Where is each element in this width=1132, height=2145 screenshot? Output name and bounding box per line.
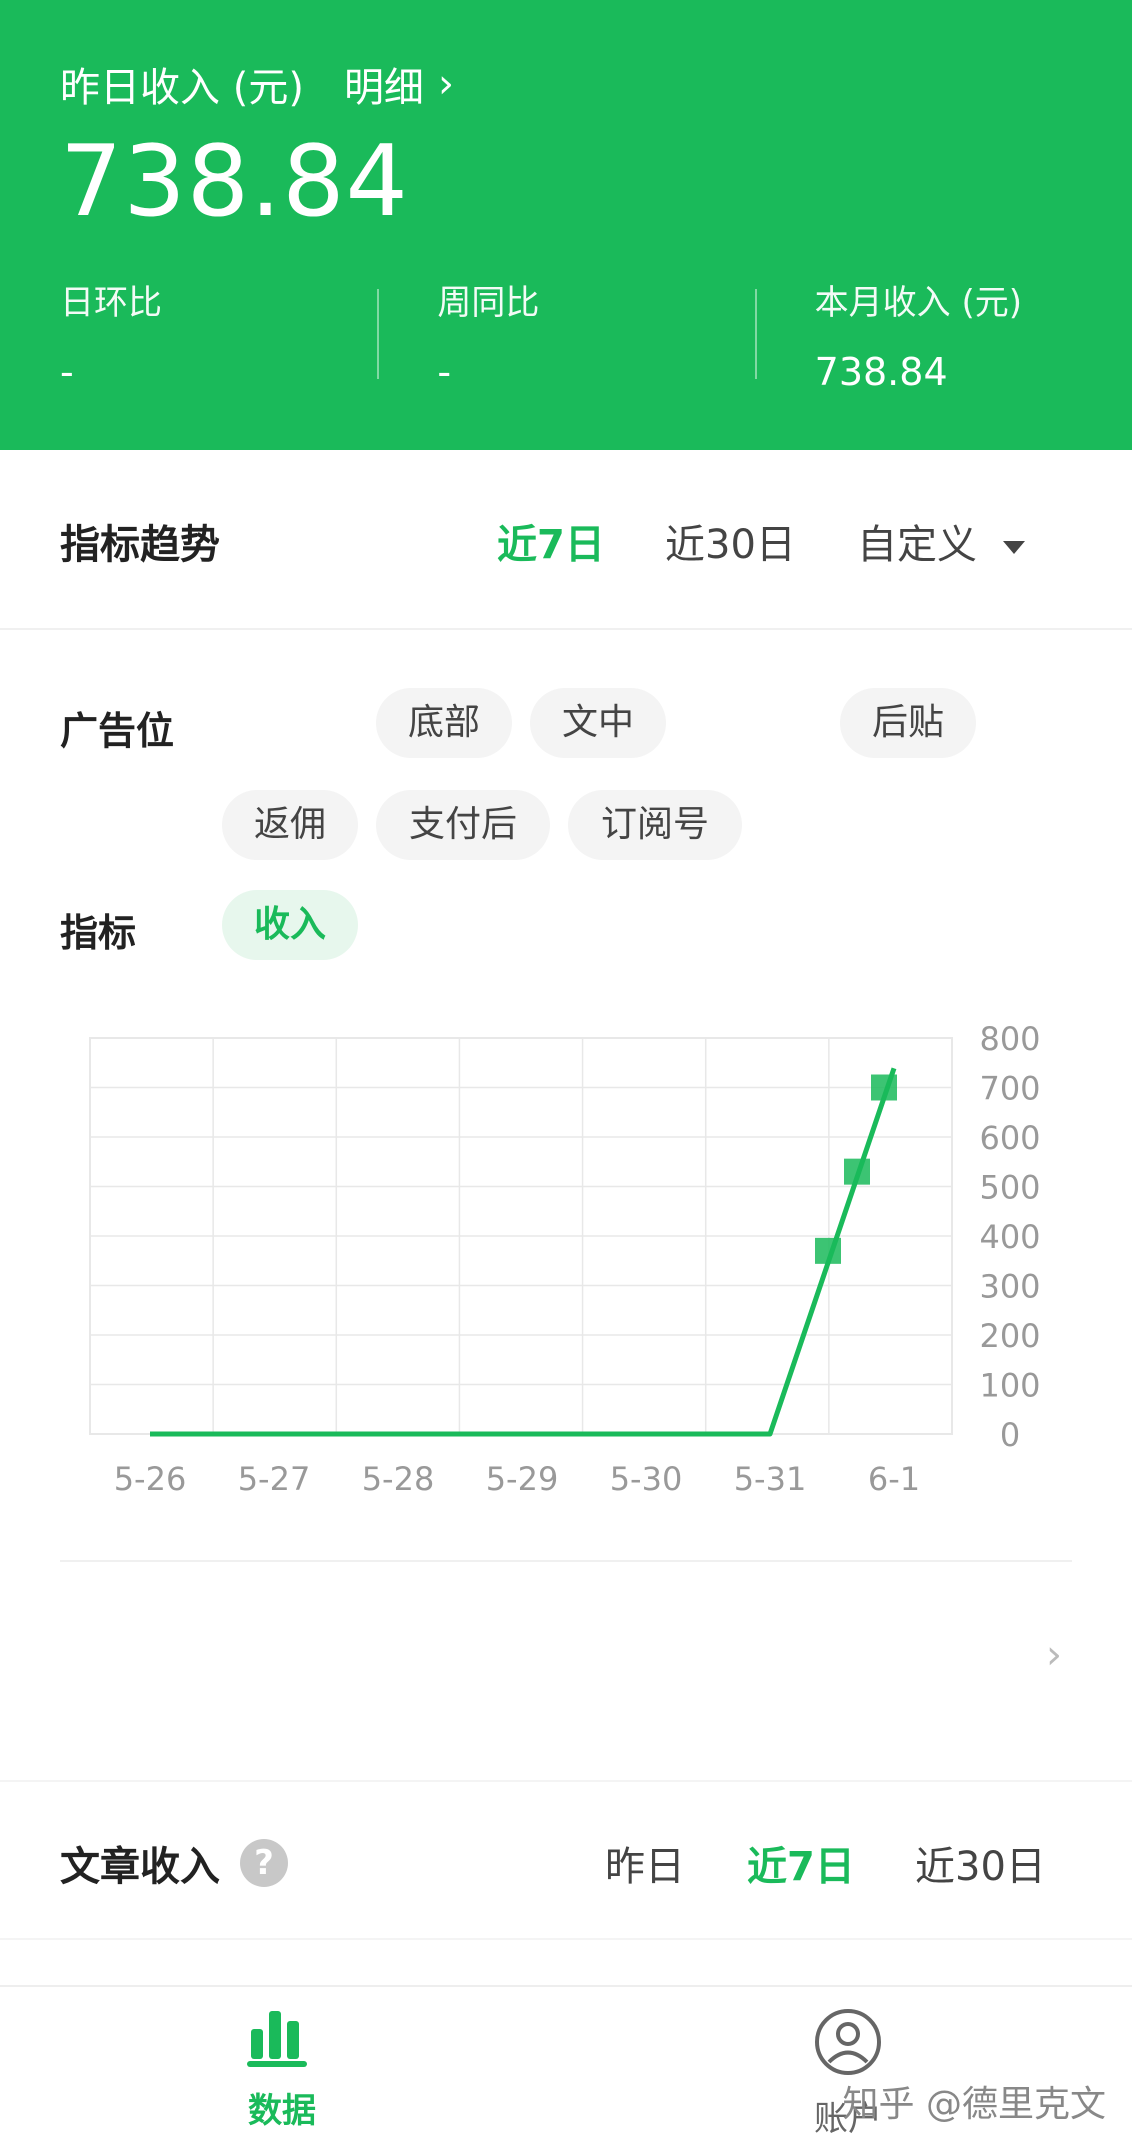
x-tick-label: 5-26 <box>114 1460 187 1498</box>
chevron-right-icon: › <box>1046 1632 1062 1678</box>
ad-slot-chip-after-payment[interactable]: 支付后 <box>376 790 550 860</box>
range-7-days[interactable]: 近7日 <box>497 512 605 570</box>
ad-slot-chip-subscription[interactable]: 订阅号 <box>568 790 742 860</box>
detail-link[interactable]: 明细 › <box>344 55 454 113</box>
yesterday-income-amount: 738.84 <box>60 125 409 239</box>
metric-label: 指标 <box>60 911 137 955</box>
detail-row[interactable]: › <box>60 1620 1072 1700</box>
caret-down-icon <box>1003 540 1025 554</box>
chevron-right-icon: › <box>437 61 454 107</box>
y-tick-label: 800 <box>979 1020 1040 1058</box>
income-trend-chart: 0 100 200 300 400 500 600 700 800 5-26 5-27 5-28 5-2… <box>0 1000 1132 1520</box>
income-stats: 日环比 - 周同比 - 本月收入 (元) 738.84 <box>0 275 1132 394</box>
article-income-title: 文章收入 ? <box>60 1834 288 1892</box>
x-tick-label: 5-30 <box>610 1460 683 1498</box>
ad-slot-chip-post-roll[interactable]: 后贴 <box>840 688 976 758</box>
article-range-30-days[interactable]: 近30日 <box>915 1834 1046 1892</box>
trend-title: 指标趋势 <box>60 522 220 568</box>
data-point-marker <box>871 1074 897 1101</box>
income-header: 昨日收入 (元) 明细 › 738.84 日环比 - 周同比 - 本月收入 (元… <box>0 0 1132 450</box>
x-tick-label: 5-28 <box>362 1460 435 1498</box>
metric-chip-income[interactable]: 收入 <box>222 890 358 960</box>
y-tick-label: 200 <box>979 1317 1040 1355</box>
y-tick-label: 600 <box>979 1119 1040 1157</box>
help-icon[interactable]: ? <box>240 1839 288 1887</box>
article-list-header <box>60 1950 1072 1980</box>
y-tick-label: 400 <box>979 1218 1040 1256</box>
stat-month-income: 本月收入 (元) 738.84 <box>754 275 1132 394</box>
x-tick-label: 5-27 <box>238 1460 311 1498</box>
nav-tab-data[interactable]: 数据 <box>192 2007 372 2132</box>
bottom-nav: 数据 账户 知乎 @德里克文 <box>0 1985 1132 2145</box>
data-point-marker <box>815 1237 841 1264</box>
x-tick-label: 6-1 <box>868 1460 920 1498</box>
user-circle-icon <box>815 2009 881 2075</box>
yesterday-income-label: 昨日收入 (元) <box>60 65 304 111</box>
bar-chart-icon <box>247 2011 307 2067</box>
y-tick-label: 300 <box>979 1268 1040 1306</box>
range-custom-dropdown[interactable]: 自定义 <box>857 512 1025 570</box>
y-tick-label: 500 <box>979 1169 1040 1207</box>
ad-slot-chip-bottom[interactable]: 底部 <box>376 688 512 758</box>
x-tick-label: 5-29 <box>486 1460 559 1498</box>
ad-slot-chip-rebate[interactable]: 返佣 <box>222 790 358 860</box>
income-trend-chart-svg: 0 100 200 300 400 500 600 700 800 5-26 5-27 5-28 5-2… <box>89 1020 1041 1498</box>
yesterday-income-title: 昨日收入 (元) 明细 › <box>60 55 454 113</box>
y-tick-label: 0 <box>1000 1416 1020 1454</box>
article-range-7-days[interactable]: 近7日 <box>747 1834 855 1892</box>
y-tick-label: 700 <box>979 1070 1040 1108</box>
ad-slot-chip-in-article[interactable]: 文中 <box>530 688 666 758</box>
section-divider <box>60 1560 1072 1562</box>
stat-week-over-week: 周同比 - <box>377 275 754 394</box>
x-tick-label: 5-31 <box>734 1460 807 1498</box>
watermark: 知乎 @德里克文 <box>842 2084 1106 2125</box>
range-30-days[interactable]: 近30日 <box>665 512 796 570</box>
trend-header: 指标趋势 近7日 近30日 自定义 <box>0 450 1132 630</box>
series-line-income <box>150 1067 897 1437</box>
ad-slot-label: 广告位 <box>60 709 175 753</box>
article-range-yesterday[interactable]: 昨日 <box>605 1834 685 1892</box>
data-point-marker <box>844 1158 870 1185</box>
article-income-section: 文章收入 ? 昨日 近7日 近30日 <box>0 1780 1132 1940</box>
y-tick-label: 100 <box>979 1367 1040 1405</box>
stat-day-over-day: 日环比 - <box>60 283 162 394</box>
